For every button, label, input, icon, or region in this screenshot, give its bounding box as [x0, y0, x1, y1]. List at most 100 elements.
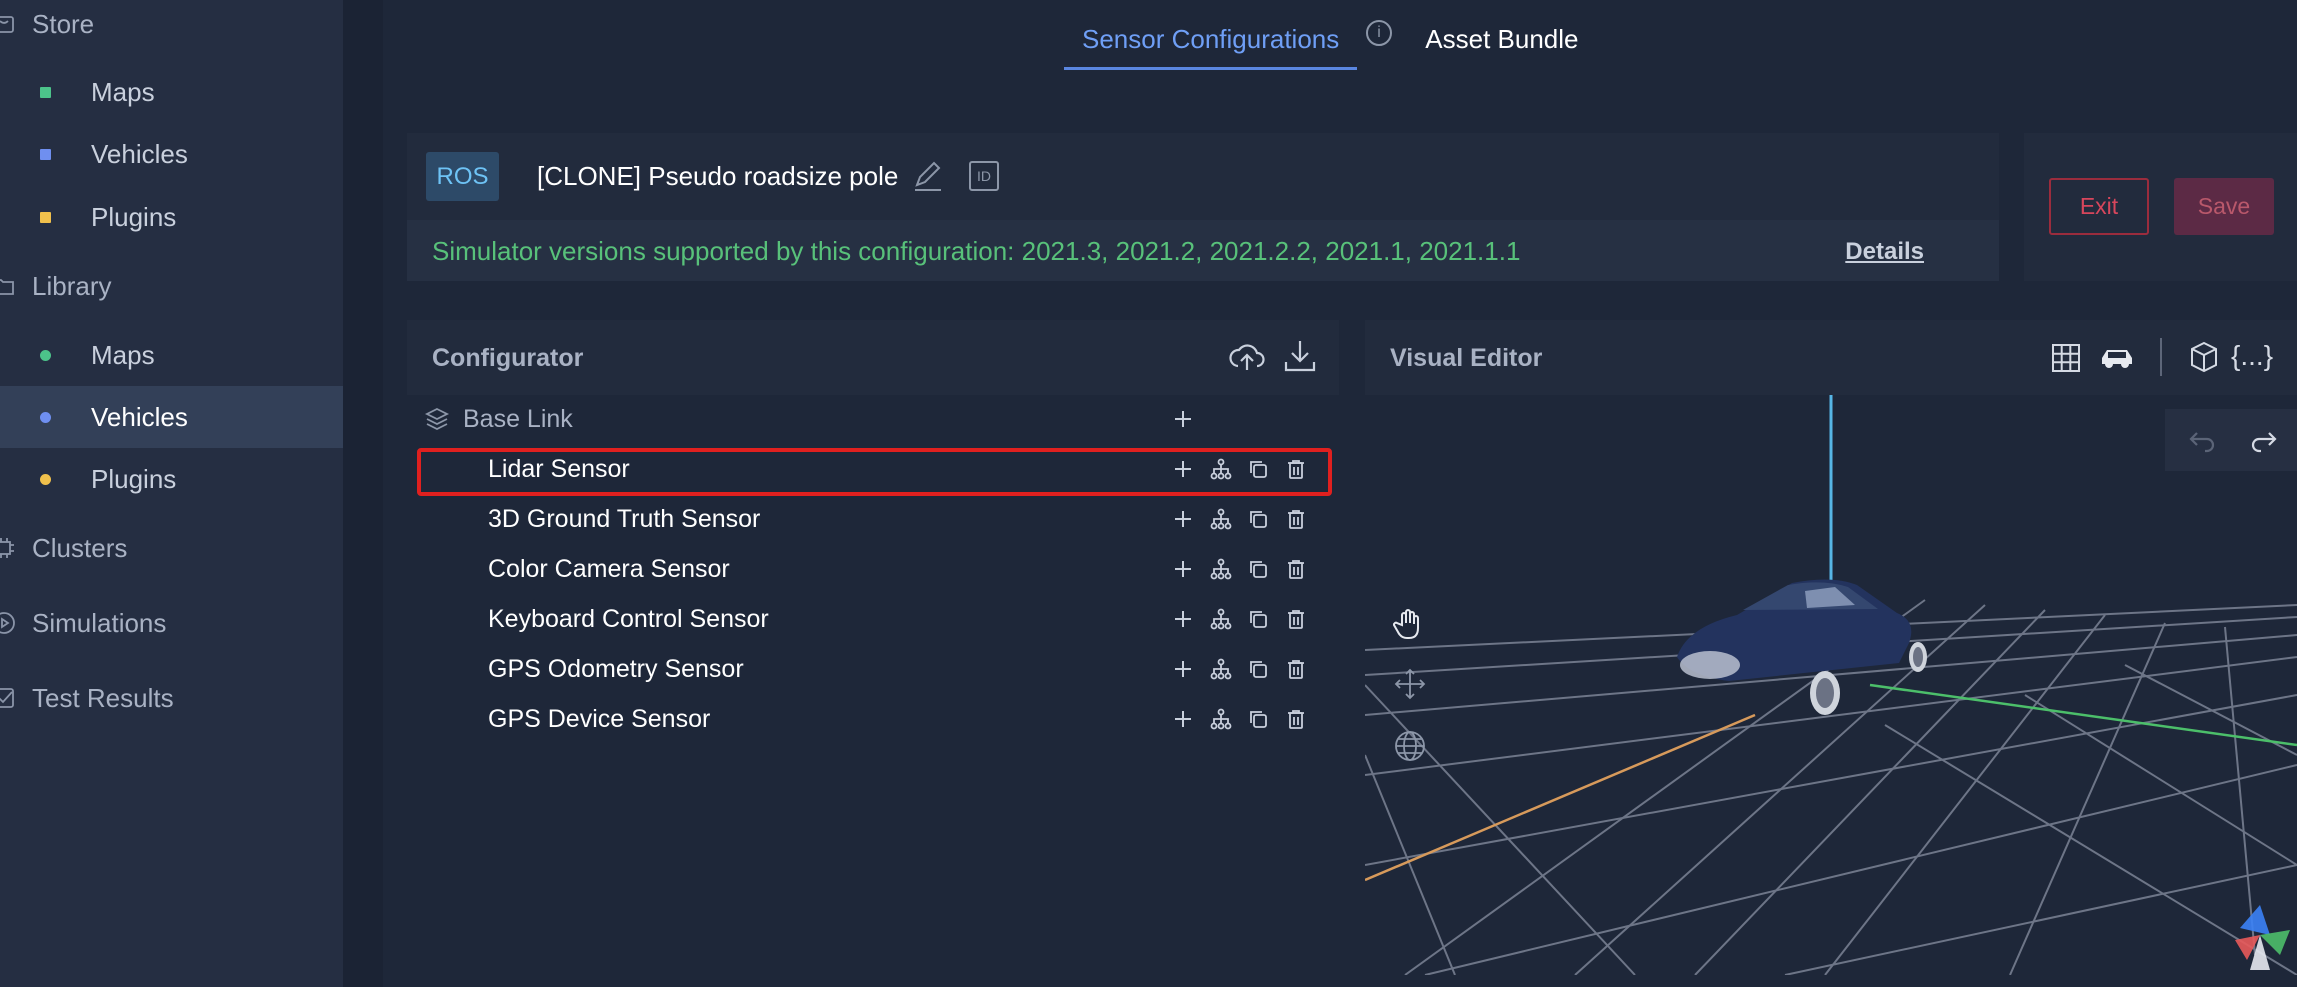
- duplicate-icon[interactable]: [1245, 656, 1271, 682]
- globe-icon[interactable]: [1393, 729, 1427, 768]
- trash-icon[interactable]: [1283, 706, 1309, 732]
- sidebar-gutter: [343, 0, 383, 987]
- hierarchy-icon[interactable]: [1208, 506, 1234, 532]
- action-card: Exit Save: [2024, 133, 2297, 281]
- maps-bullet-icon: [40, 86, 51, 98]
- add-icon[interactable]: [1170, 506, 1196, 532]
- tab-sensor-configurations[interactable]: Sensor Configurations: [1064, 0, 1358, 70]
- vehicles-bullet-icon: [40, 148, 51, 160]
- sidebar-section-library[interactable]: Library: [0, 258, 343, 314]
- store-icon: [0, 12, 16, 36]
- hand-pan-icon[interactable]: [1390, 605, 1428, 648]
- sidebar-simulations-label: Simulations: [32, 607, 167, 638]
- cube-icon[interactable]: [2187, 340, 2221, 379]
- plugins-bullet-icon: [40, 211, 51, 223]
- duplicate-icon[interactable]: [1245, 706, 1271, 732]
- visual-editor-title: Visual Editor: [1390, 344, 1543, 372]
- config-header: ROS [CLONE] Pseudo roadsize pole ID Simu…: [407, 133, 1999, 281]
- duplicate-icon[interactable]: [1245, 506, 1271, 532]
- grid-icon[interactable]: [2050, 342, 2082, 379]
- tab-bar: Sensor Configurations Asset Bundle: [1064, 0, 1596, 70]
- sidebar-library-label: Library: [32, 270, 112, 301]
- hierarchy-icon[interactable]: [1208, 606, 1234, 632]
- configurator-title: Configurator: [432, 344, 584, 372]
- redo-icon[interactable]: [2249, 427, 2279, 458]
- add-icon[interactable]: [1170, 706, 1196, 732]
- json-code-icon[interactable]: {...}: [2231, 340, 2273, 372]
- sidebar-item-label: Plugins: [91, 201, 177, 232]
- sensor-name: Keyboard Control Sensor: [488, 604, 769, 633]
- sidebar-item-library-vehicles[interactable]: Vehicles: [0, 386, 343, 448]
- sidebar-clusters-label: Clusters: [32, 532, 128, 563]
- plugins-bullet-icon: [40, 473, 51, 485]
- sidebar-item-store-plugins[interactable]: Plugins: [0, 186, 343, 248]
- 3d-viewport[interactable]: [1365, 395, 2297, 975]
- id-icon[interactable]: ID: [969, 161, 999, 191]
- trash-icon[interactable]: [1283, 506, 1309, 532]
- sensor-name: GPS Device Sensor: [488, 704, 711, 733]
- edit-pencil-icon[interactable]: [911, 159, 945, 193]
- hierarchy-icon[interactable]: [1208, 706, 1234, 732]
- add-icon[interactable]: [1170, 606, 1196, 632]
- history-toolbar: [2165, 409, 2297, 471]
- info-icon[interactable]: i: [1366, 20, 1392, 46]
- layers-icon: [424, 406, 450, 432]
- tree-row-sensor[interactable]: GPS Device Sensor: [407, 694, 1339, 744]
- add-icon[interactable]: [1170, 406, 1196, 432]
- config-name: [CLONE] Pseudo roadsize pole: [537, 161, 899, 191]
- sensor-name: GPS Odometry Sensor: [488, 654, 744, 683]
- sidebar-item-label: Maps: [91, 339, 155, 370]
- sensor-name: Color Camera Sensor: [488, 554, 730, 583]
- vehicles-bullet-icon: [40, 411, 51, 423]
- upload-cloud-icon[interactable]: [1227, 340, 1267, 374]
- tree-row-base-link[interactable]: Base Link: [407, 394, 1339, 444]
- trash-icon[interactable]: [1283, 556, 1309, 582]
- sidebar-item-store-maps[interactable]: Maps: [0, 61, 343, 123]
- tree-row-sensor[interactable]: Keyboard Control Sensor: [407, 594, 1339, 644]
- sidebar-test-results-label: Test Results: [32, 682, 174, 713]
- save-button[interactable]: Save: [2174, 178, 2274, 235]
- undo-icon[interactable]: [2187, 427, 2217, 458]
- chip-icon: [0, 536, 16, 560]
- version-bar: Simulator versions supported by this con…: [407, 220, 1999, 281]
- exit-button[interactable]: Exit: [2049, 178, 2149, 235]
- add-icon[interactable]: [1170, 656, 1196, 682]
- sidebar-item-label: Vehicles: [91, 401, 188, 432]
- tree-row-sensor[interactable]: 3D Ground Truth Sensor: [407, 494, 1339, 544]
- trash-icon[interactable]: [1283, 606, 1309, 632]
- sidebar-item-library-plugins[interactable]: Plugins: [0, 448, 343, 510]
- car-icon[interactable]: [2098, 342, 2136, 379]
- sidebar-section-test-results[interactable]: Test Results: [0, 670, 343, 726]
- sidebar-store-label: Store: [32, 8, 95, 39]
- hierarchy-icon[interactable]: [1208, 556, 1234, 582]
- supported-versions-text: Simulator versions supported by this con…: [432, 236, 1521, 266]
- vehicle-model: [1677, 579, 1927, 715]
- visual-editor-panel: Visual Editor {...}: [1365, 320, 2297, 975]
- ros-badge: ROS: [426, 152, 499, 201]
- tab-asset-bundle[interactable]: Asset Bundle: [1407, 0, 1596, 70]
- base-link-label: Base Link: [463, 404, 573, 433]
- sidebar-item-library-maps[interactable]: Maps: [0, 324, 343, 386]
- hierarchy-icon[interactable]: [1208, 656, 1234, 682]
- move-arrows-icon[interactable]: [1393, 667, 1427, 706]
- sidebar-item-label: Plugins: [91, 463, 177, 494]
- selected-row-highlight: [417, 448, 1332, 496]
- folder-icon: [0, 274, 16, 298]
- sidebar-item-label: Vehicles: [91, 138, 188, 169]
- download-icon[interactable]: [1283, 338, 1317, 374]
- sensor-name: 3D Ground Truth Sensor: [488, 504, 761, 533]
- toolbar-separator: [2160, 338, 2162, 376]
- trash-icon[interactable]: [1283, 656, 1309, 682]
- duplicate-icon[interactable]: [1245, 606, 1271, 632]
- duplicate-icon[interactable]: [1245, 556, 1271, 582]
- tree-row-sensor[interactable]: Color Camera Sensor: [407, 544, 1339, 594]
- sidebar-item-label: Maps: [91, 76, 155, 107]
- sidebar-section-simulations[interactable]: Simulations: [0, 595, 343, 651]
- sidebar-section-store[interactable]: Store: [0, 0, 343, 52]
- details-link[interactable]: Details: [1845, 238, 1924, 266]
- tree-row-sensor[interactable]: GPS Odometry Sensor: [407, 644, 1339, 694]
- add-icon[interactable]: [1170, 556, 1196, 582]
- sidebar-item-store-vehicles[interactable]: Vehicles: [0, 123, 343, 185]
- sidebar: Store Maps Vehicles Plugins Library Maps…: [0, 0, 343, 987]
- sidebar-section-clusters[interactable]: Clusters: [0, 520, 343, 576]
